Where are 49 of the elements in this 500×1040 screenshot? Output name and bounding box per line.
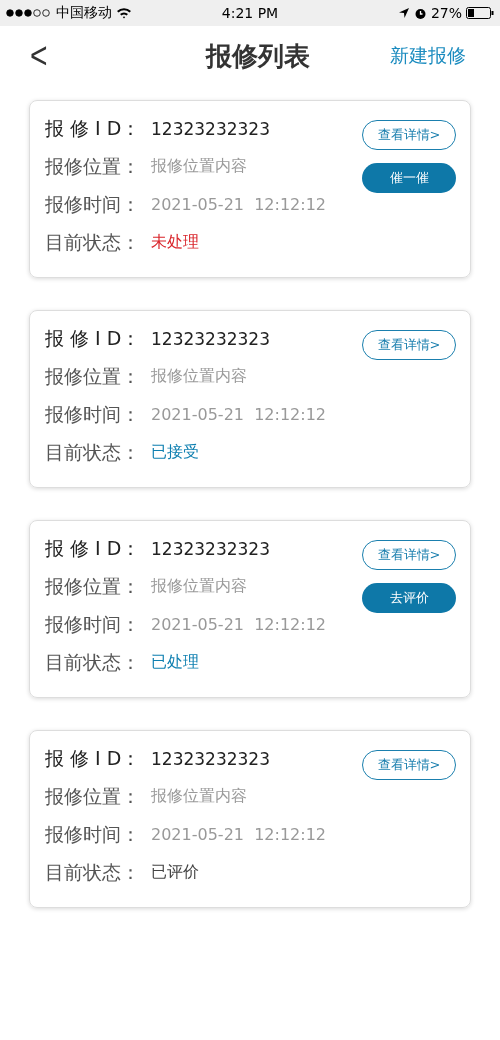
field-label: 目前状态： [45, 229, 141, 255]
back-button[interactable]: < [30, 35, 48, 77]
carrier-name: 中国移动 [56, 4, 112, 22]
field-value: 2021-05-21 12:12:12 [151, 615, 326, 634]
field-label: 报 修 I D： [45, 535, 142, 561]
field-value: 报修位置内容 [151, 156, 247, 177]
location-icon [397, 7, 410, 19]
field-label: 报修时间： [45, 191, 141, 217]
field-value: 报修位置内容 [151, 576, 247, 597]
field-label: 报 修 I D： [45, 325, 142, 351]
field-value: 报修位置内容 [151, 786, 247, 807]
details-button[interactable]: 查看详情> [362, 330, 456, 360]
field-value: 2021-05-21 12:12:12 [151, 825, 326, 844]
field-value: 12323232323 [151, 328, 270, 349]
action-button[interactable]: 催一催 [362, 163, 456, 193]
details-button[interactable]: 查看详情> [362, 540, 456, 570]
field-label: 目前状态： [45, 649, 141, 675]
field-value: 2021-05-21 12:12:12 [151, 405, 326, 424]
field-label: 目前状态： [45, 859, 141, 885]
field-label: 报修位置： [45, 573, 141, 599]
field-label: 报修时间： [45, 401, 141, 427]
field-label: 报修位置： [45, 783, 141, 809]
field-label: 报修时间： [45, 611, 141, 637]
field-label: 报 修 I D： [45, 745, 142, 771]
battery-percent: 27% [430, 5, 462, 21]
field-value: 2021-05-21 12:12:12 [151, 195, 326, 214]
status-text: 未处理 [151, 232, 199, 253]
field-label: 报 修 I D： [45, 115, 142, 141]
page-title: 报修列表 [205, 39, 310, 73]
new-repair-button[interactable]: 新建报修 [390, 43, 466, 69]
field-value: 12323232323 [151, 748, 270, 769]
field-label: 目前状态： [45, 439, 141, 465]
field-value: 报修位置内容 [151, 366, 247, 387]
field-label: 报修时间： [45, 821, 141, 847]
status-text: 已接受 [151, 442, 199, 463]
field-value: 12323232323 [151, 538, 270, 559]
action-button[interactable]: 去评价 [362, 583, 456, 613]
wifi-icon [116, 7, 132, 19]
field-value: 12323232323 [151, 118, 270, 139]
details-button[interactable]: 查看详情> [362, 120, 456, 150]
alarm-icon [413, 6, 427, 20]
status-text: 已处理 [151, 652, 199, 673]
clock-time: 4:21 PM [221, 5, 279, 21]
field-label: 报修位置： [45, 153, 141, 179]
details-button[interactable]: 查看详情> [362, 750, 456, 780]
signal-icon [6, 9, 52, 17]
status-text: 已评价 [151, 862, 199, 883]
field-label: 报修位置： [45, 363, 141, 389]
battery-icon [466, 7, 494, 19]
